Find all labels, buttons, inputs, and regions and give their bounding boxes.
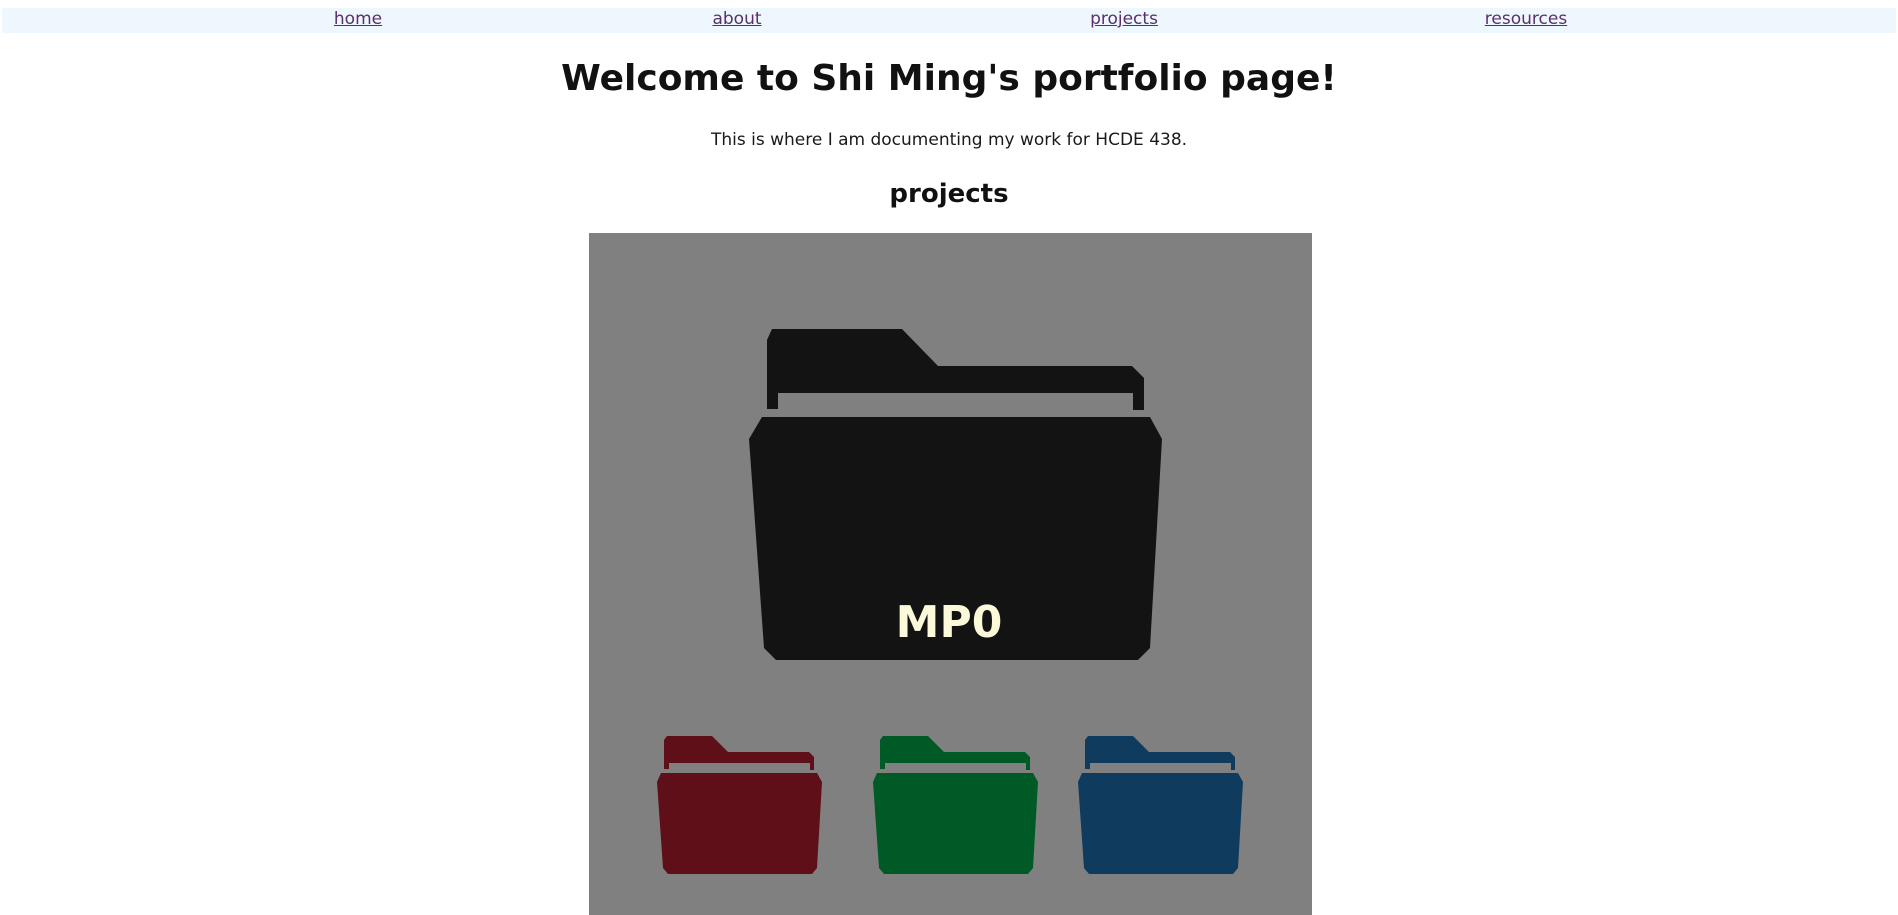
- red-folder-icon[interactable]: [657, 736, 822, 874]
- nav-link-projects[interactable]: projects: [1090, 9, 1158, 29]
- nav-link-resources[interactable]: resources: [1485, 9, 1567, 29]
- page-title: Welcome to Shi Ming's portfolio page!: [561, 58, 1337, 99]
- nav-link-about[interactable]: about: [712, 9, 761, 29]
- projects-image: [589, 233, 1312, 915]
- page-subtitle: This is where I am documenting my work f…: [710, 130, 1188, 150]
- top-nav: home about projects resources: [2, 8, 1896, 33]
- projects-heading: projects: [889, 179, 1009, 209]
- main-folder-icon[interactable]: [749, 329, 1162, 660]
- blue-folder-icon[interactable]: [1078, 736, 1243, 874]
- green-folder-icon[interactable]: [873, 736, 1038, 874]
- nav-link-home[interactable]: home: [334, 9, 382, 29]
